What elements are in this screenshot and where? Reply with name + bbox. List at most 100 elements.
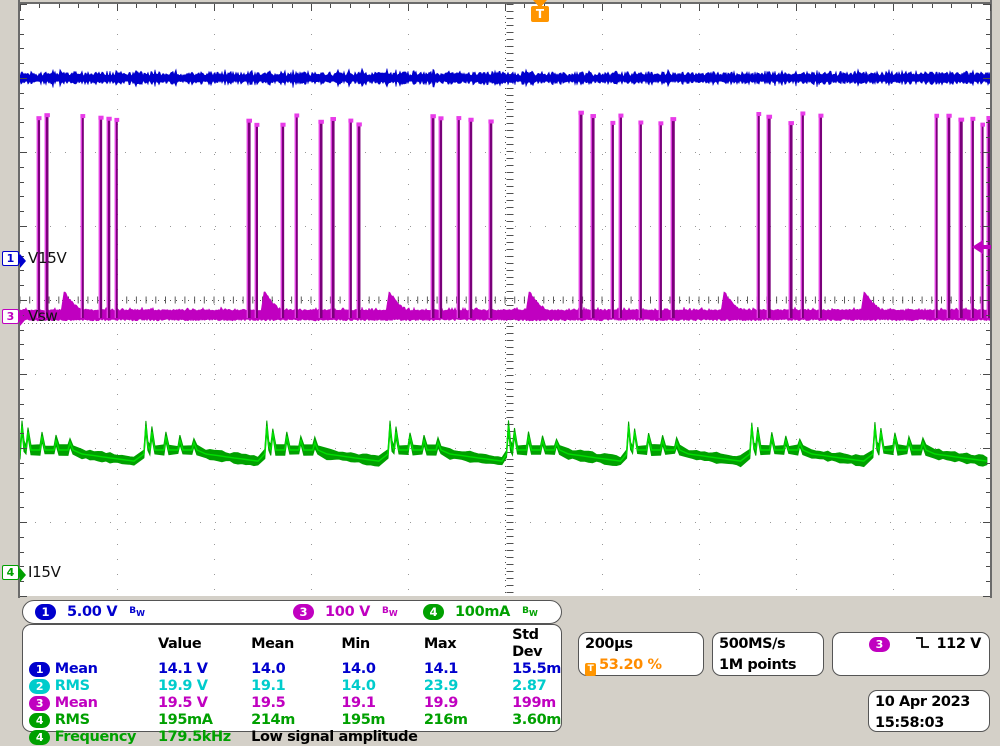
ruler-tick <box>233 4 234 8</box>
measurement-min: 14.0 <box>341 661 376 677</box>
left-margin-strip <box>0 0 18 600</box>
channel-setting-3[interactable]: 3 100 V BW <box>293 604 398 620</box>
time-label: 15:58:03 <box>875 715 944 731</box>
channel-scale: 100mA <box>455 604 511 620</box>
ruler-tick <box>20 122 24 123</box>
timebase-position-value: 53.20 % <box>599 657 662 673</box>
measurement-channel-badge: 3 <box>29 696 50 711</box>
ruler-tick <box>986 359 990 360</box>
measurement-column-header: Std Dev <box>512 627 543 660</box>
channel-flag-label: I15V <box>28 563 61 581</box>
measurements-panel[interactable]: Value Mean Min Max Std Dev 1 Mean 14.1 V 14.0 14… <box>22 624 562 745</box>
plot-left-border <box>18 0 20 598</box>
ruler-tick <box>983 152 990 153</box>
measurement-row[interactable]: 4 Frequency 179.5kHz Low signal amplitude <box>23 729 561 746</box>
measurement-row[interactable]: 2 RMS 19.9 V 19.1 14.0 23.9 2.87 <box>23 678 561 695</box>
ruler-tick <box>350 4 351 8</box>
ruler-tick <box>986 315 990 316</box>
ruler-tick <box>986 404 990 405</box>
measurement-row[interactable]: 1 Mean 14.1 V 14.0 14.0 14.1 15.5m <box>23 661 561 678</box>
ruler-tick <box>20 19 24 20</box>
channel-setting-4[interactable]: 4 100mA BW <box>423 604 538 620</box>
acquisition-panel[interactable]: 500MS/s 1M points <box>712 632 824 676</box>
bandwidth-limit-icon: BW <box>129 606 145 618</box>
ruler-tick <box>20 108 24 109</box>
ruler-tick <box>59 4 60 8</box>
ruler-tick <box>757 4 758 8</box>
ruler-tick <box>20 196 24 197</box>
ruler-tick <box>699 4 700 11</box>
measurement-channel-badge-cell: 1 <box>23 661 55 678</box>
measurement-row[interactable]: 3 Mean 19.5 V 19.5 19.1 19.9 199m <box>23 695 561 712</box>
ruler-tick <box>986 344 990 345</box>
ruler-tick <box>20 448 27 449</box>
ruler-tick <box>20 433 24 434</box>
ch4-trace <box>20 420 988 468</box>
ruler-tick <box>20 596 27 597</box>
ruler-tick <box>505 4 506 11</box>
trigger-panel[interactable]: 3 112 V <box>832 632 990 676</box>
ruler-tick <box>893 4 894 11</box>
ruler-tick <box>447 4 448 8</box>
ruler-tick <box>986 48 990 49</box>
measurement-mean: 214m <box>251 712 295 728</box>
measurement-channel-badge: 2 <box>29 679 50 694</box>
trigger-position-marker[interactable]: T <box>531 0 549 26</box>
ruler-tick <box>874 4 875 8</box>
ruler-tick <box>311 4 312 11</box>
ruler-tick <box>986 270 990 271</box>
ruler-tick <box>195 4 196 8</box>
waveform-plot-area[interactable] <box>20 4 990 596</box>
channel-setting-1[interactable]: 1 5.00 V BW <box>35 604 145 620</box>
waveform-canvas <box>20 4 990 596</box>
measurement-row[interactable]: 4 RMS 195mA 214m 195m 216m 3.60m <box>23 712 561 729</box>
ruler-tick <box>466 4 467 8</box>
ruler-tick <box>986 93 990 94</box>
channel-flag-label: V15V <box>28 249 67 267</box>
measurement-column-header: Max <box>423 635 457 652</box>
ruler-tick <box>835 4 836 8</box>
measurement-std-dev: 2.87 <box>512 678 547 694</box>
ruler-tick <box>986 478 990 479</box>
ruler-tick <box>854 4 855 8</box>
channel-flag-v15v[interactable]: 1 V15V <box>2 249 67 268</box>
ruler-tick <box>986 537 990 538</box>
ruler-tick <box>20 226 27 227</box>
ruler-tick <box>20 4 27 5</box>
measurement-name: Mean <box>54 661 98 677</box>
measurement-channel-badge-cell: 4 <box>23 729 55 746</box>
ruler-tick <box>20 552 24 553</box>
measurements-body: 1 Mean 14.1 V 14.0 14.0 14.1 15.5m 2 RMS 19.9 V 19… <box>23 661 561 746</box>
ruler-tick <box>986 19 990 20</box>
channel-settings-bar[interactable]: 1 5.00 V BW 3 100 V BW 4 100mA BW <box>22 600 562 624</box>
datetime-panel: 10 Apr 2023 15:58:03 <box>868 690 990 732</box>
ruler-tick <box>602 4 603 11</box>
ruler-tick <box>986 137 990 138</box>
bandwidth-limit-icon: BW <box>522 606 538 618</box>
ruler-tick <box>621 4 622 8</box>
timebase-panel[interactable]: 200µs T 53.20 % <box>578 632 704 676</box>
ruler-tick <box>986 122 990 123</box>
channel-flag-vsw[interactable]: 3 Vsw <box>2 307 58 326</box>
channel-flag-i15v[interactable]: 4 I15V <box>2 563 61 582</box>
ruler-tick <box>986 389 990 390</box>
ruler-tick <box>117 4 118 11</box>
ruler-tick <box>20 330 24 331</box>
ruler-tick <box>20 537 24 538</box>
ruler-tick <box>718 4 719 8</box>
memory-depth: 1M points <box>719 657 797 673</box>
ruler-tick <box>20 285 24 286</box>
ruler-tick <box>986 63 990 64</box>
ruler-tick <box>983 4 990 5</box>
measurement-max: 216m <box>423 712 468 728</box>
ruler-tick <box>986 418 990 419</box>
measurement-min: 195m <box>341 712 386 728</box>
ruler-tick <box>986 463 990 464</box>
ruler-tick <box>983 522 990 523</box>
ruler-tick <box>20 478 24 479</box>
trigger-marker-label: T <box>531 6 549 22</box>
ruler-tick <box>912 4 913 8</box>
trigger-source-badge: 3 <box>869 637 890 652</box>
ruler-tick <box>983 374 990 375</box>
ruler-tick <box>20 522 27 523</box>
